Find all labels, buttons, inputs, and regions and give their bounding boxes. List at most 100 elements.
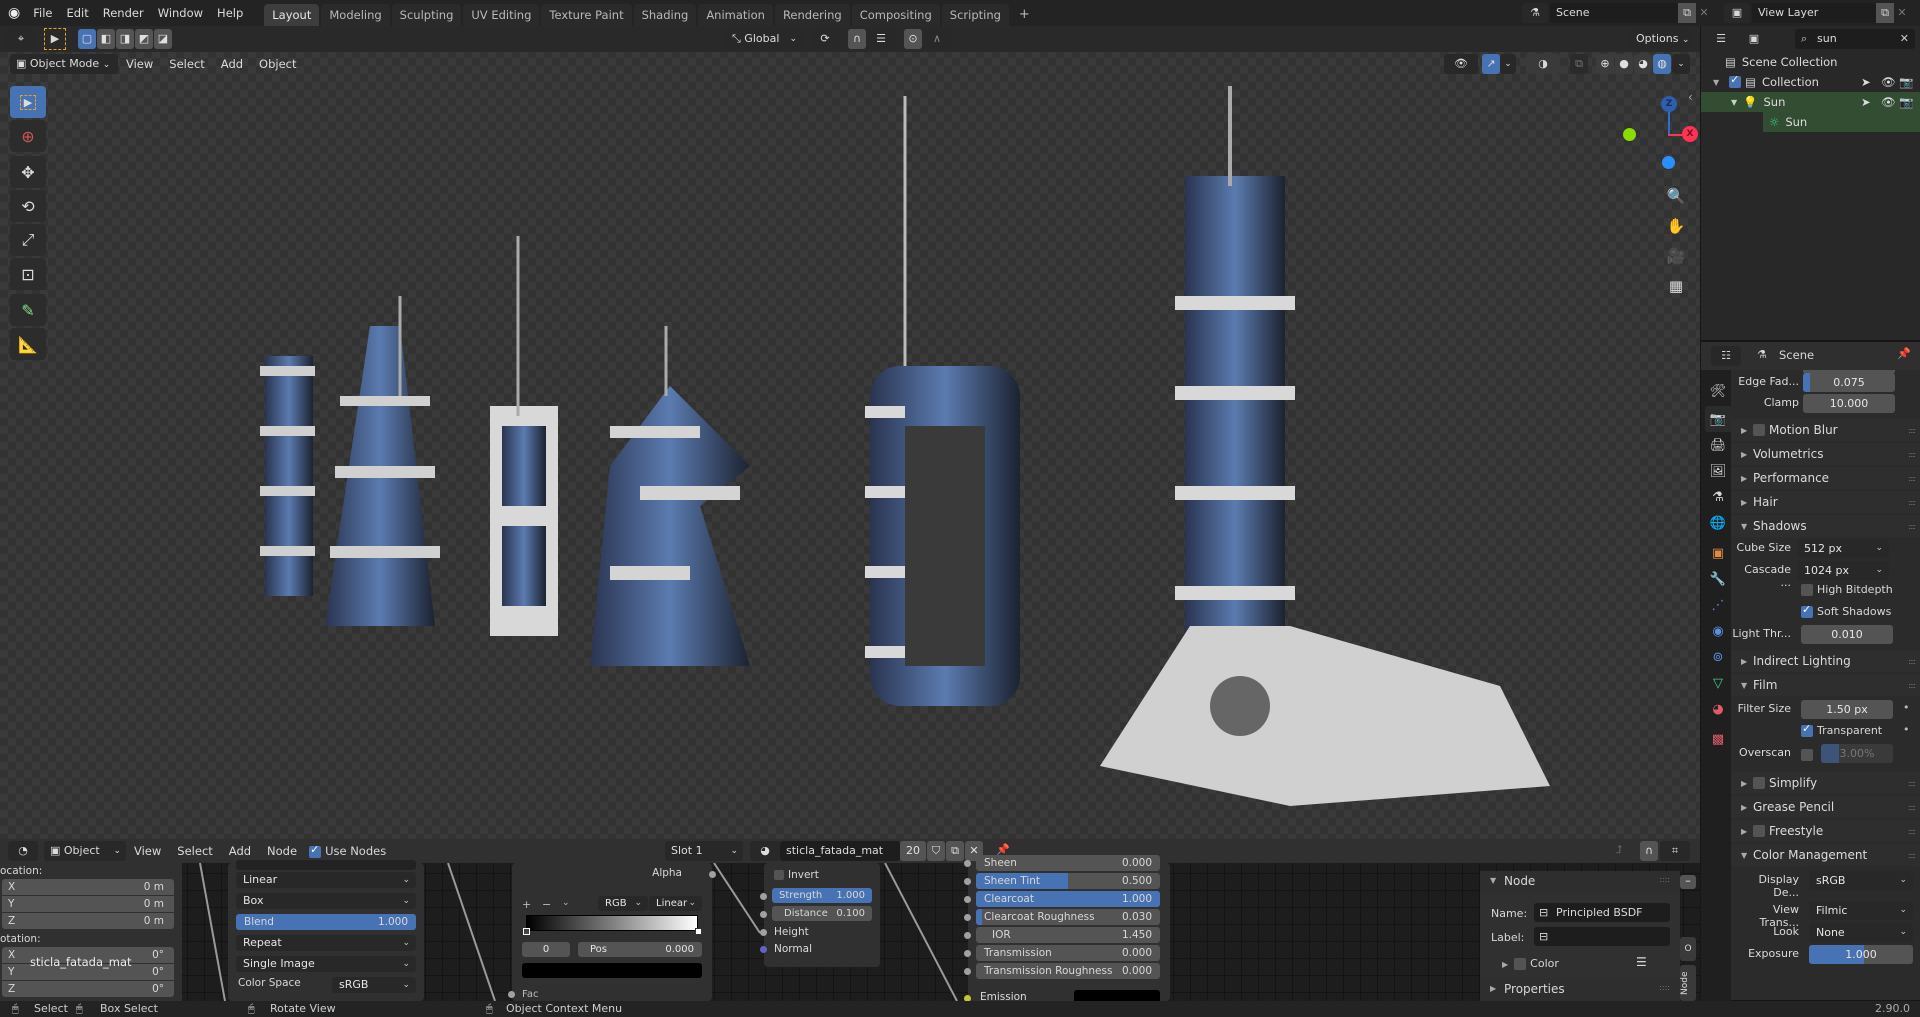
high-bitdepth-toggle[interactable]: High Bitdepth	[1801, 583, 1893, 596]
filter-size-field[interactable]: 1.50 px	[1801, 700, 1893, 719]
outliner-row-sun-object[interactable]: ▼ 💡 Sun ➤ 👁 📷	[1701, 92, 1920, 112]
panel-hair[interactable]: ▶ Hair::::	[1731, 491, 1920, 513]
projection-dropdown[interactable]: Box ⌄	[236, 893, 416, 909]
shading-material-button[interactable]: ◕	[1634, 54, 1652, 74]
sidebar-toggle[interactable]: ‹	[1688, 90, 1693, 104]
clamp-field[interactable]: 10.000	[1803, 394, 1895, 413]
strength-slider[interactable]: StrengthDistance1.000	[772, 888, 872, 903]
drag-handle-icon[interactable]: ::::	[1908, 657, 1916, 666]
node-menu-select[interactable]: Select	[169, 844, 220, 858]
panel-simplify[interactable]: ▶ Simplify::::	[1731, 772, 1920, 794]
overscan-field[interactable]: 3.00%	[1821, 744, 1893, 763]
bsdf-input-socket[interactable]	[964, 968, 971, 975]
shading-rendered-button[interactable]: ◍	[1653, 54, 1671, 74]
view-layer-browse-button[interactable]: ▣	[1724, 3, 1750, 23]
parent-node-tree-icon[interactable]: ⮥	[1616, 843, 1623, 857]
mode-dropdown[interactable]: ▣ Object Mode ⌄	[10, 54, 118, 74]
pin-icon[interactable]: 📌	[1897, 347, 1911, 360]
drag-handle-icon[interactable]: ::::	[1908, 681, 1916, 690]
tool-move[interactable]: ✥	[10, 156, 46, 188]
clear-search-icon[interactable]: ✕	[1900, 29, 1909, 49]
look-dropdown[interactable]: None ⌄	[1809, 923, 1913, 942]
tab-texture-paint[interactable]: Texture Paint	[541, 4, 632, 26]
node-menu-view[interactable]: View	[126, 844, 169, 858]
stop-color-swatch[interactable]	[522, 963, 702, 978]
fake-user-button[interactable]: ⛉	[927, 841, 945, 861]
color-ramp-node[interactable]: Alpha + − ⌄ RGB ⌄ Linear ⌄ 0 Pos 0.000 Fac	[508, 863, 716, 1001]
exposure-field[interactable]: 1.000	[1809, 945, 1913, 964]
drag-handle-icon[interactable]: ::::	[1908, 803, 1916, 812]
shading-wireframe-button[interactable]: ⊕	[1596, 54, 1614, 74]
editor-type-button[interactable]: ⌖	[6, 29, 36, 49]
remove-stop-icon[interactable]: −	[542, 898, 551, 911]
invert-checkbox[interactable]	[774, 870, 784, 880]
drag-handle-icon[interactable]: ::::	[1908, 827, 1916, 836]
snap-element-dropdown[interactable]: ⌗	[1660, 841, 1690, 861]
panel-grease-pencil[interactable]: ▶ Grease Pencil::::	[1731, 796, 1920, 818]
outliner-editor-type[interactable]: ☰	[1707, 29, 1735, 49]
tab-world[interactable]: 🌐	[1705, 510, 1731, 536]
tab-constraints[interactable]: ⊚	[1705, 644, 1731, 670]
fac-input-socket[interactable]	[508, 991, 515, 998]
use-nodes-checkbox[interactable]	[309, 843, 322, 858]
source-dropdown[interactable]: Single Image ⌄	[236, 956, 416, 972]
new-view-layer-button[interactable]: ⧉	[1876, 3, 1894, 23]
shader-node-editor[interactable]: ◔ ▣ Object ⌄ View Select Add Node Use No…	[0, 839, 1700, 1005]
ortho-toggle-button[interactable]: ▦	[1662, 272, 1690, 300]
transparent-checkbox[interactable]	[1801, 722, 1813, 737]
bsdf-input-socket[interactable]	[964, 878, 971, 885]
tab-animation[interactable]: Animation	[698, 4, 773, 26]
tab-tool[interactable]: 🛠	[1705, 378, 1731, 404]
select-mode-tool-button[interactable]: ▶	[44, 28, 66, 50]
add-stop-icon[interactable]: +	[522, 898, 531, 911]
bsdf-input-socket[interactable]	[964, 896, 971, 903]
duplicate-material-button[interactable]: ⧉	[946, 841, 964, 861]
tab-modeling[interactable]: Modeling	[321, 4, 390, 26]
menu-help[interactable]: Help	[210, 0, 250, 26]
ramp-interpolation-dropdown[interactable]: Linear ⌄	[649, 896, 702, 911]
drag-handle-icon[interactable]: ::::	[1659, 983, 1670, 992]
scene-name-field[interactable]: Scene	[1550, 3, 1678, 23]
invert-toggle[interactable]: Invert	[774, 869, 819, 881]
transform-orientation-dropdown[interactable]: ⤡ Global ⌄	[726, 29, 802, 49]
bsdf-field-transmission[interactable]: Transmission 0.000	[976, 945, 1160, 961]
shading-options-dropdown[interactable]: ⌄	[1672, 54, 1690, 74]
bsdf-field-ior[interactable]: IOR 1.450	[976, 927, 1160, 943]
drag-handle-icon[interactable]: ::::	[1908, 498, 1916, 507]
material-name-field[interactable]: sticla_fatada_mat	[780, 841, 900, 861]
drag-handle-icon[interactable]: ::::	[1908, 522, 1916, 531]
outliner-row-sun-data[interactable]: ☼ Sun	[1763, 112, 1920, 132]
principled-bsdf-node[interactable]: Emission Sheen 0.000 Sheen Tint 0.500 Clearc…	[964, 855, 1170, 1005]
display-mode-dropdown[interactable]: ▣	[1739, 29, 1769, 49]
strength-input-socket[interactable]	[760, 893, 767, 900]
tab-shading[interactable]: Shading	[633, 4, 697, 26]
drag-handle-icon[interactable]: ::::	[1908, 426, 1916, 435]
drag-handle-icon[interactable]: ::::	[1908, 474, 1916, 483]
bsdf-input-socket[interactable]	[964, 914, 971, 921]
panel-motion-blur[interactable]: ▶ Motion Blur::::	[1731, 419, 1920, 441]
collection-exclude-checkbox[interactable]	[1729, 73, 1742, 88]
image-datablock-field[interactable]	[236, 860, 416, 870]
zoom-view-button[interactable]: 🔍	[1662, 182, 1690, 210]
outliner-row-collection[interactable]: ▼ ▤ Collection ➤ 👁 📷	[1701, 72, 1920, 92]
tab-sculpting[interactable]: Sculpting	[391, 4, 462, 26]
tool-annotate[interactable]: ✎	[10, 294, 46, 326]
tab-material[interactable]: ◕	[1705, 696, 1731, 722]
snap-toggle[interactable]: ∩	[1640, 841, 1658, 861]
node-menu-node[interactable]: Node	[259, 844, 305, 858]
delete-scene-button[interactable]: ✕	[1696, 3, 1712, 23]
snap-toggle[interactable]: ∩	[848, 29, 866, 49]
color-ramp-gradient[interactable]	[526, 915, 698, 931]
snap-element-dropdown[interactable]: ☰	[866, 29, 896, 49]
proportional-edit-toggle[interactable]: ⊙	[904, 29, 922, 49]
bsdf-input-socket[interactable]	[964, 932, 971, 939]
color-space-dropdown[interactable]: sRGB ⌄	[332, 977, 416, 993]
bsdf-input-socket[interactable]	[964, 860, 971, 867]
tab-scene[interactable]: ⚗	[1705, 484, 1731, 510]
distance-input-socket[interactable]	[760, 911, 767, 918]
camera-view-button[interactable]: 🎥	[1662, 242, 1690, 270]
color-stop-white[interactable]	[695, 928, 702, 935]
drag-handle-icon[interactable]: ::::	[1659, 875, 1670, 884]
proportional-falloff-dropdown[interactable]: ∧	[922, 29, 952, 49]
high-bitdepth-checkbox[interactable]	[1801, 584, 1813, 596]
